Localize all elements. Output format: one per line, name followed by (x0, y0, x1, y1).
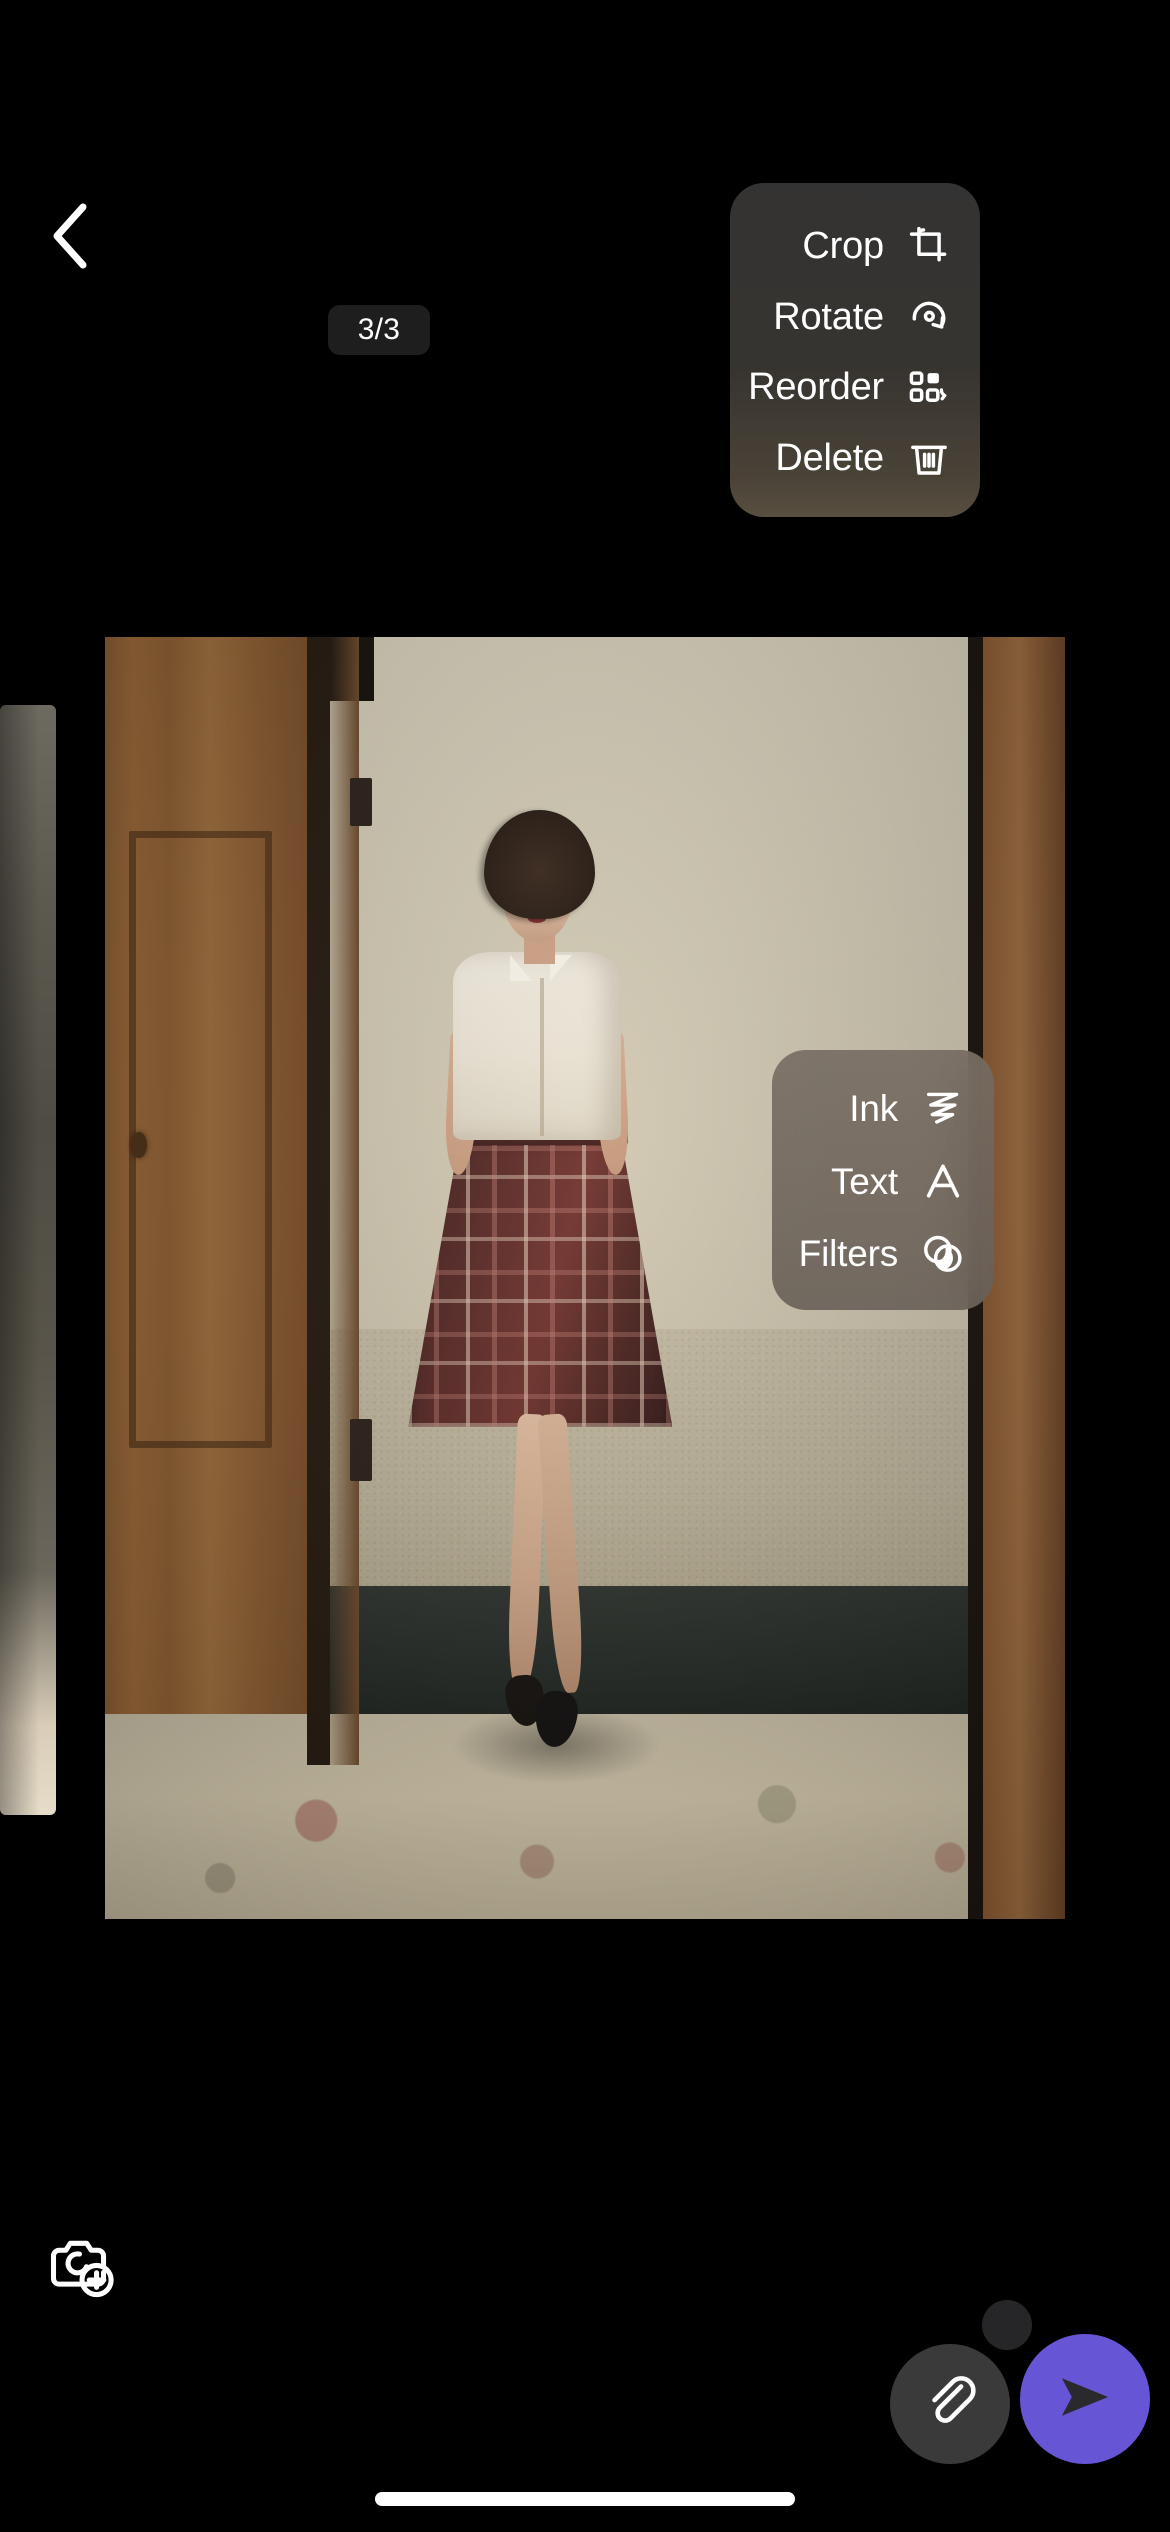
photo-door-jamb-dark (306, 637, 330, 1766)
send-button[interactable] (1020, 2334, 1150, 2464)
text-a-icon (920, 1158, 966, 1204)
back-button[interactable] (22, 188, 118, 284)
scribble-icon (920, 1085, 966, 1131)
chevron-left-icon (47, 201, 93, 271)
paperclip-icon (921, 2373, 979, 2436)
menu-item-text[interactable]: Text (772, 1145, 994, 1218)
page-indicator-dot (982, 2300, 1032, 2350)
rotate-icon (906, 294, 952, 340)
trash-icon (906, 435, 952, 481)
photo-wooden-door (105, 637, 307, 1714)
menu-item-rotate-label: Rotate (773, 295, 884, 338)
markup-context-menu: Ink Text Filters (772, 1050, 994, 1310)
previous-image-thumbnail[interactable] (0, 705, 56, 1815)
reorder-grid-icon (906, 364, 952, 410)
send-arrow-icon (1052, 2364, 1118, 2435)
home-indicator (375, 2492, 795, 2506)
menu-item-crop[interactable]: Crop (730, 211, 980, 282)
add-photo-button[interactable] (32, 2220, 132, 2320)
page-counter-label: 3/3 (357, 313, 401, 346)
photo-door-hinge-bottom (349, 1419, 372, 1482)
menu-item-text-label: Text (830, 1160, 898, 1202)
edit-context-menu: Crop Rotate Reorder Delete (730, 183, 980, 517)
photo-figure-shirt-placket (539, 978, 544, 1136)
camera-plus-icon (44, 2230, 120, 2311)
menu-item-ink[interactable]: Ink (772, 1072, 994, 1145)
menu-item-delete-label: Delete (775, 436, 884, 479)
photo-door-knob (131, 1132, 148, 1159)
menu-item-rotate[interactable]: Rotate (730, 282, 980, 353)
bottom-action-bar (0, 2180, 1170, 2532)
menu-item-filters[interactable]: Filters (772, 1217, 994, 1290)
menu-item-reorder[interactable]: Reorder (730, 352, 980, 423)
crop-icon (906, 223, 952, 269)
menu-item-ink-label: Ink (849, 1087, 898, 1129)
previous-image-shade (0, 705, 56, 1815)
photo-right-frame (983, 637, 1065, 1919)
menu-item-crop-label: Crop (802, 225, 884, 268)
menu-item-filters-label: Filters (798, 1233, 899, 1275)
filters-circles-icon (920, 1231, 966, 1277)
page-counter-badge: 3/3 (328, 305, 430, 355)
menu-item-reorder-label: Reorder (748, 366, 884, 409)
menu-item-delete[interactable]: Delete (730, 423, 980, 494)
photo-door-hinge-top (349, 778, 372, 827)
app-screen: 3/3 Crop Rotate Reorder Delete Ink Text … (0, 0, 1170, 2532)
photo-figure-white-shirt (452, 952, 622, 1140)
attach-button[interactable] (890, 2344, 1010, 2464)
